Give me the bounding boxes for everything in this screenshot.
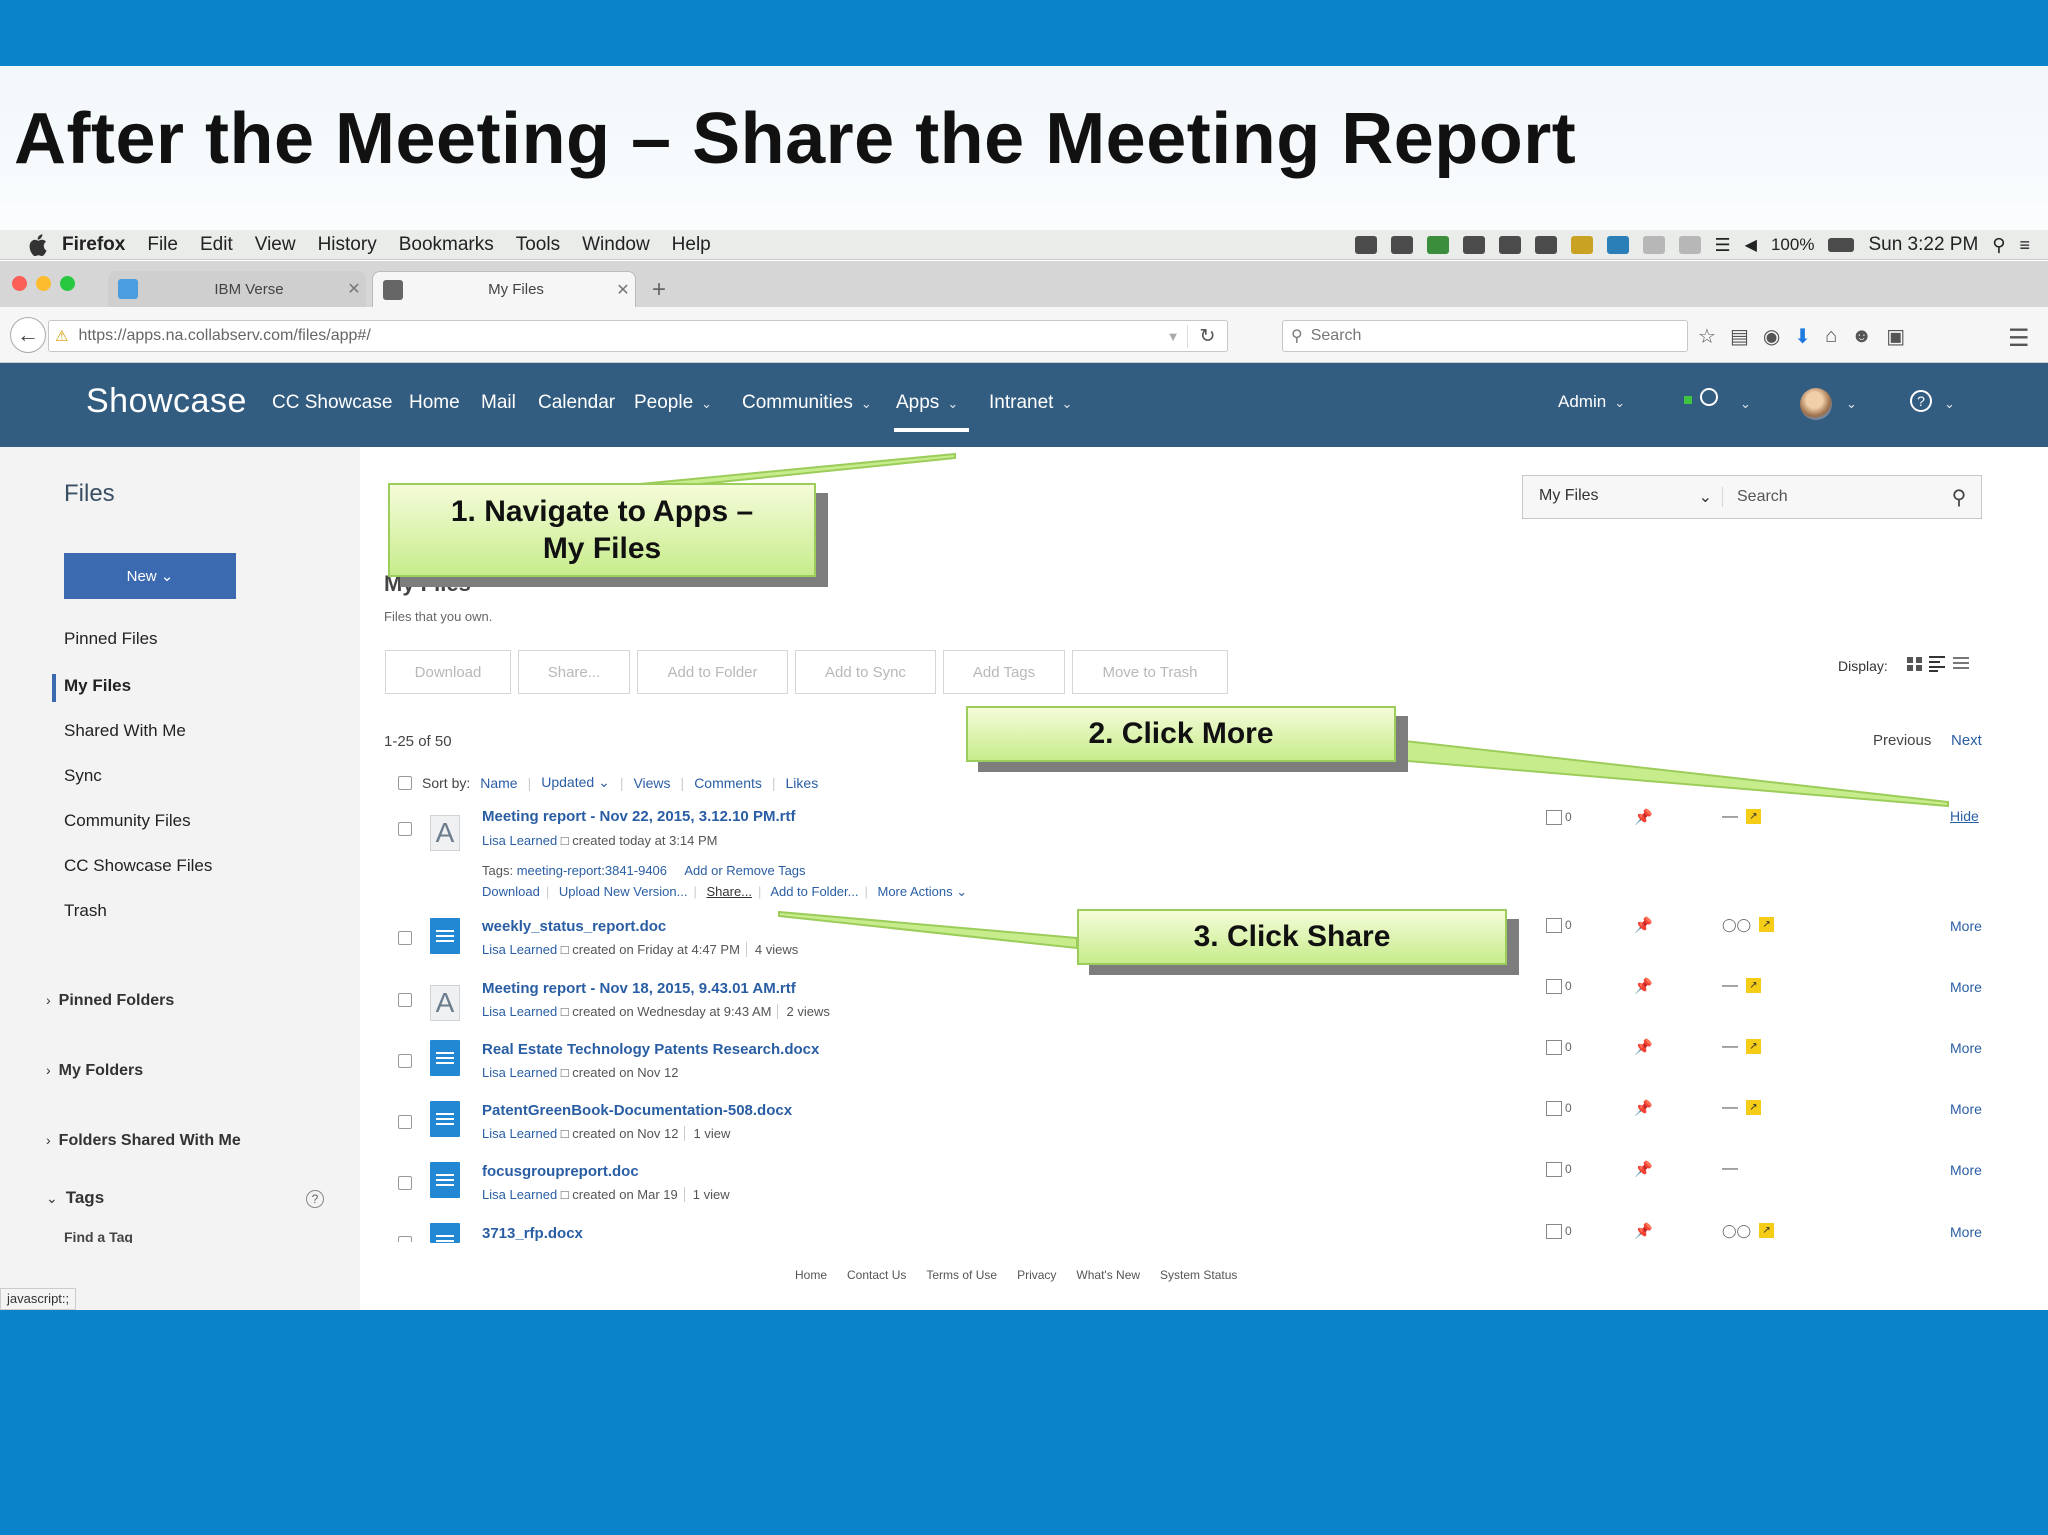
- callout-step-1-line-1: 1. Navigate to Apps –: [450, 495, 754, 528]
- callout-step-3: 3. Click Share: [1077, 909, 1507, 965]
- callout-step-1: 1. Navigate to Apps – My Files: [388, 483, 816, 577]
- callout-step-2: 2. Click More: [966, 706, 1396, 762]
- callout1-pointer: [639, 452, 956, 485]
- callout2-pointer: [1395, 738, 1949, 808]
- callout-step-1-line-2: My Files: [542, 532, 662, 565]
- callout-pointers: [639, 452, 1949, 950]
- callout3-pointer: [778, 910, 1078, 950]
